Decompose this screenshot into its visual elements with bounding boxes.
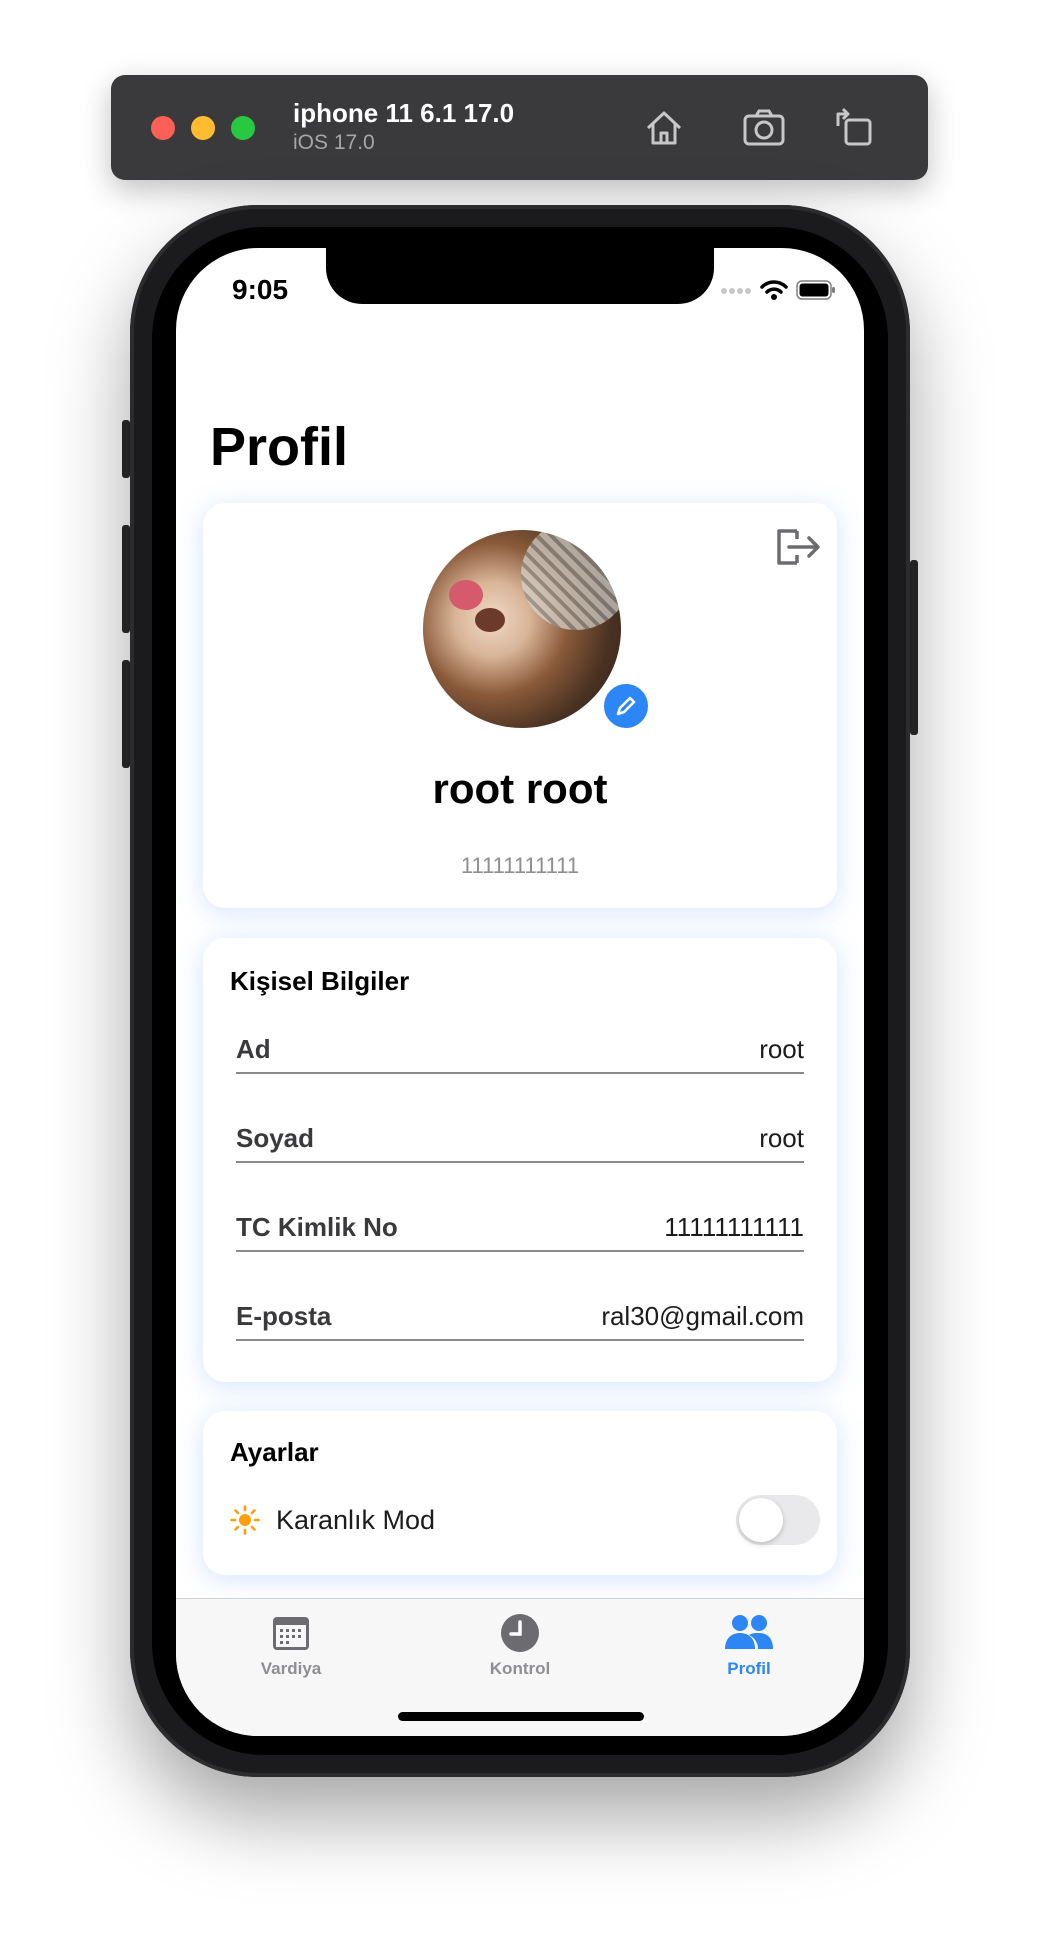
simulator-device-name: iphone 11 6.1 17.0 xyxy=(293,98,515,128)
clock-icon xyxy=(501,1614,539,1652)
toggle-knob xyxy=(739,1498,783,1542)
info-value: root xyxy=(759,1034,804,1064)
info-row-ad: Ad root xyxy=(236,1022,804,1074)
power-button xyxy=(910,560,918,735)
info-label: Soyad xyxy=(236,1123,315,1153)
sun-icon xyxy=(230,1505,260,1535)
profile-card: root root 11111111111 xyxy=(203,503,837,908)
notch xyxy=(326,248,714,304)
info-row-email: E-posta ral30@gmail.com xyxy=(236,1289,804,1341)
tab-vardiya[interactable]: Vardiya xyxy=(221,1613,361,1679)
app-screen: 9:05 Profil root root 11111111111 Kişise… xyxy=(176,248,864,1736)
info-value: root xyxy=(759,1123,804,1153)
info-label: E-posta xyxy=(236,1301,332,1331)
status-indicators xyxy=(720,278,836,302)
info-label: Ad xyxy=(236,1034,271,1064)
screenshot-icon[interactable] xyxy=(740,104,788,152)
profile-avatar[interactable] xyxy=(423,530,621,728)
tab-label: Kontrol xyxy=(489,1659,551,1678)
tab-label: Profil xyxy=(727,1659,771,1678)
personal-info-card: Kişisel Bilgiler Ad root Soyad root TC K… xyxy=(203,938,837,1382)
zoom-window-button[interactable] xyxy=(231,116,255,140)
tab-label: Vardiya xyxy=(260,1659,322,1678)
settings-card: Ayarlar Karanlık Mod xyxy=(203,1411,837,1575)
dark-mode-row: Karanlık Mod xyxy=(230,1495,820,1545)
rotate-icon[interactable] xyxy=(830,104,878,152)
close-window-button[interactable] xyxy=(151,116,175,140)
status-time: 9:05 xyxy=(232,274,289,305)
settings-title: Ayarlar xyxy=(230,1437,319,1467)
dark-mode-toggle[interactable] xyxy=(736,1495,820,1545)
info-row-tc-kimlik: TC Kimlik No 11111111111 xyxy=(236,1200,804,1252)
edit-avatar-button[interactable] xyxy=(601,681,651,731)
calendar-icon xyxy=(273,1617,309,1650)
personal-info-title: Kişisel Bilgiler xyxy=(230,966,410,996)
signal-icon xyxy=(721,288,751,294)
profile-id-number: 11111111111 xyxy=(460,853,580,878)
people-icon xyxy=(725,1615,773,1649)
volume-up-button xyxy=(122,525,130,633)
wifi-icon xyxy=(760,280,788,300)
pencil-icon xyxy=(616,696,636,716)
home-indicator xyxy=(398,1712,644,1721)
page-title: Profil xyxy=(210,417,349,477)
info-label: TC Kimlik No xyxy=(236,1212,398,1242)
logout-icon xyxy=(777,529,820,565)
tab-profil[interactable]: Profil xyxy=(679,1613,819,1679)
tab-kontrol[interactable]: Kontrol xyxy=(450,1613,590,1679)
logout-button[interactable] xyxy=(771,523,823,571)
minimize-window-button[interactable] xyxy=(191,116,215,140)
battery-icon xyxy=(796,280,835,300)
info-row-soyad: Soyad root xyxy=(236,1111,804,1163)
profile-name: root root xyxy=(432,765,608,812)
info-value: 11111111111 xyxy=(664,1212,804,1242)
dark-mode-label: Karanlık Mod xyxy=(276,1505,436,1535)
volume-down-button xyxy=(122,660,130,768)
info-value: ral30@gmail.com xyxy=(601,1301,804,1331)
simulator-os-version: iOS 17.0 xyxy=(293,131,375,154)
home-icon[interactable] xyxy=(640,104,688,152)
silent-switch xyxy=(122,420,130,478)
